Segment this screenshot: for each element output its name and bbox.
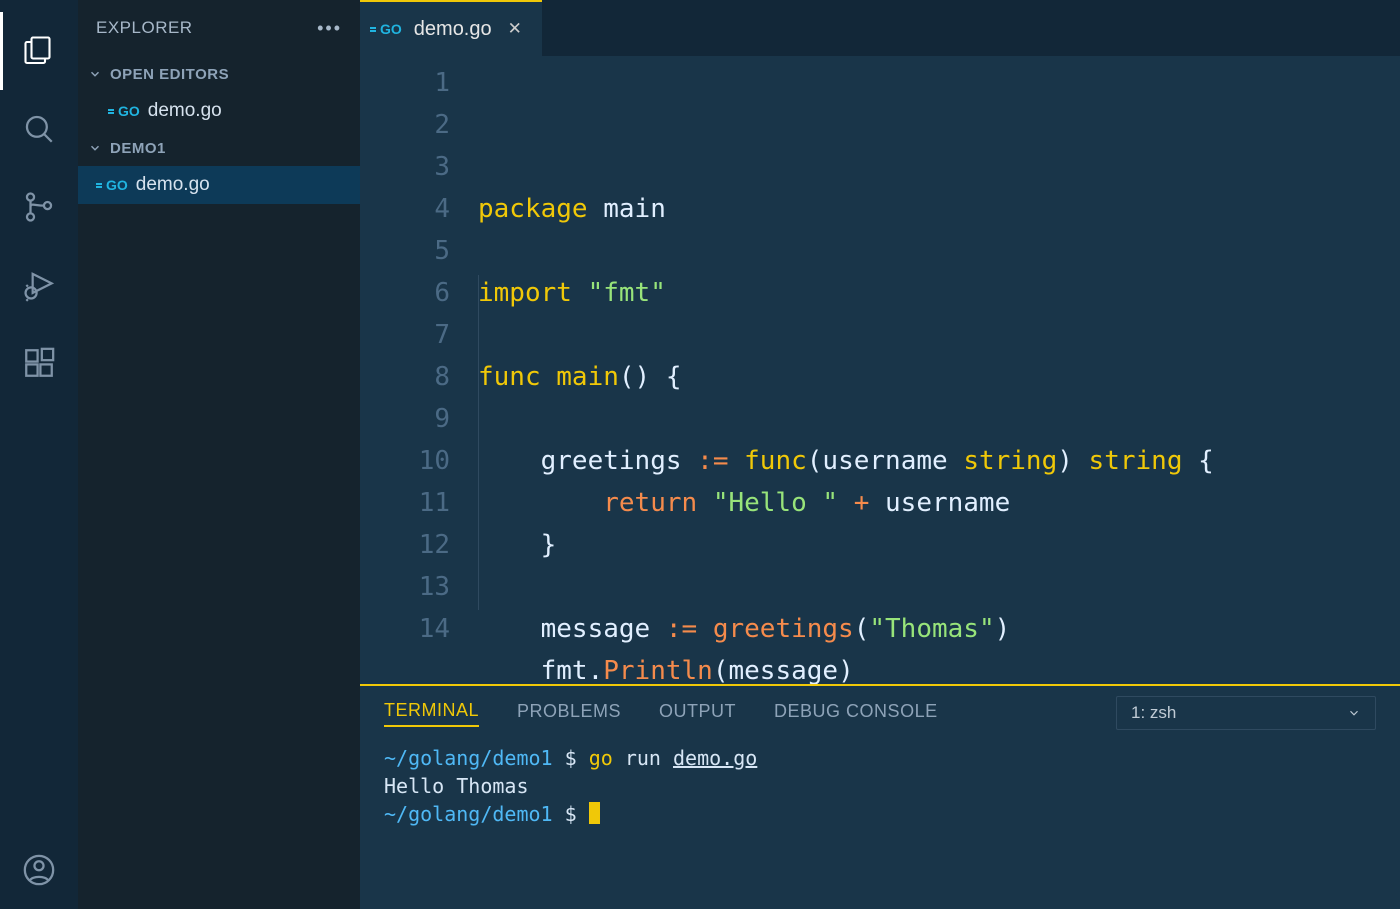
code-line[interactable]: greetings := func(username string) strin… xyxy=(478,440,1400,482)
line-number: 4 xyxy=(360,188,450,230)
terminal-selector[interactable]: 1: zsh xyxy=(1116,696,1376,730)
line-number: 7 xyxy=(360,314,450,356)
open-editor-item[interactable]: GO demo.go xyxy=(78,92,360,130)
line-number: 3 xyxy=(360,146,450,188)
line-number: 8 xyxy=(360,356,450,398)
panel-tabs: TERMINAL PROBLEMS OUTPUT DEBUG CONSOLE 1… xyxy=(360,686,1400,740)
sidebar-header: EXPLORER ••• xyxy=(78,0,360,56)
line-number: 6 xyxy=(360,272,450,314)
main-area: GO demo.go ✕ 1234567891011121314 package… xyxy=(360,0,1400,909)
go-file-icon: GO xyxy=(380,21,402,37)
terminal-line: Hello Thomas xyxy=(384,772,1376,800)
code-line[interactable]: package main xyxy=(478,188,1400,230)
code-line[interactable]: fmt.Println(message) xyxy=(478,650,1400,684)
code-line[interactable]: import "fmt" xyxy=(478,272,1400,314)
line-number: 9 xyxy=(360,398,450,440)
debug-icon[interactable] xyxy=(0,246,78,324)
go-file-icon: GO xyxy=(106,177,128,193)
editor[interactable]: 1234567891011121314 package mainimport "… xyxy=(360,56,1400,684)
code-line[interactable]: message := greetings("Thomas") xyxy=(478,608,1400,650)
explorer-icon[interactable] xyxy=(0,12,78,90)
line-number: 11 xyxy=(360,482,450,524)
extensions-icon[interactable] xyxy=(0,324,78,402)
open-editors-label: OPEN EDITORS xyxy=(110,66,229,83)
code-line[interactable]: } xyxy=(478,524,1400,566)
project-header[interactable]: DEMO1 xyxy=(78,130,360,166)
line-number: 5 xyxy=(360,230,450,272)
chevron-down-icon xyxy=(1347,706,1361,720)
sidebar: EXPLORER ••• OPEN EDITORS GO demo.go DEM… xyxy=(78,0,360,909)
line-number: 12 xyxy=(360,524,450,566)
terminal[interactable]: ~/golang/demo1 $ go run demo.goHello Tho… xyxy=(360,740,1400,909)
line-number-gutter: 1234567891011121314 xyxy=(360,62,478,684)
code-line[interactable] xyxy=(478,566,1400,608)
go-file-icon: GO xyxy=(118,103,140,119)
file-name: demo.go xyxy=(148,100,222,122)
editor-tab[interactable]: GO demo.go ✕ xyxy=(360,0,542,56)
sidebar-title: EXPLORER xyxy=(96,18,317,38)
terminal-line: ~/golang/demo1 $ go run demo.go xyxy=(384,744,1376,772)
panel-tab-terminal[interactable]: TERMINAL xyxy=(384,700,479,727)
code-line[interactable] xyxy=(478,230,1400,272)
code-line[interactable] xyxy=(478,398,1400,440)
terminal-cursor xyxy=(589,802,600,824)
line-number: 2 xyxy=(360,104,450,146)
line-number: 10 xyxy=(360,440,450,482)
chevron-down-icon xyxy=(86,141,104,155)
line-number: 1 xyxy=(360,62,450,104)
project-file-item[interactable]: GO demo.go xyxy=(78,166,360,204)
ellipsis-icon[interactable]: ••• xyxy=(317,18,342,39)
panel-tab-problems[interactable]: PROBLEMS xyxy=(517,701,621,726)
code-line[interactable]: return "Hello " + username xyxy=(478,482,1400,524)
account-icon[interactable] xyxy=(0,831,78,909)
terminal-selector-label: 1: zsh xyxy=(1131,703,1176,723)
activity-bar xyxy=(0,0,78,909)
indent-guide xyxy=(478,275,479,610)
close-icon[interactable]: ✕ xyxy=(504,19,526,39)
terminal-line: ~/golang/demo1 $ xyxy=(384,800,1376,828)
line-number: 13 xyxy=(360,566,450,608)
tab-bar: GO demo.go ✕ xyxy=(360,0,1400,56)
line-number: 14 xyxy=(360,608,450,650)
code-area[interactable]: package main import "fmt" func main() { gr… xyxy=(478,62,1400,684)
panel-tab-output[interactable]: OUTPUT xyxy=(659,701,736,726)
search-icon[interactable] xyxy=(0,90,78,168)
bottom-panel: TERMINAL PROBLEMS OUTPUT DEBUG CONSOLE 1… xyxy=(360,684,1400,909)
project-label: DEMO1 xyxy=(110,140,166,157)
code-line[interactable]: func main() { xyxy=(478,356,1400,398)
tab-title: demo.go xyxy=(414,18,492,41)
chevron-down-icon xyxy=(86,67,104,81)
file-name: demo.go xyxy=(136,174,210,196)
panel-tab-debug-console[interactable]: DEBUG CONSOLE xyxy=(774,701,938,726)
source-control-icon[interactable] xyxy=(0,168,78,246)
open-editors-header[interactable]: OPEN EDITORS xyxy=(78,56,360,92)
code-line[interactable] xyxy=(478,314,1400,356)
